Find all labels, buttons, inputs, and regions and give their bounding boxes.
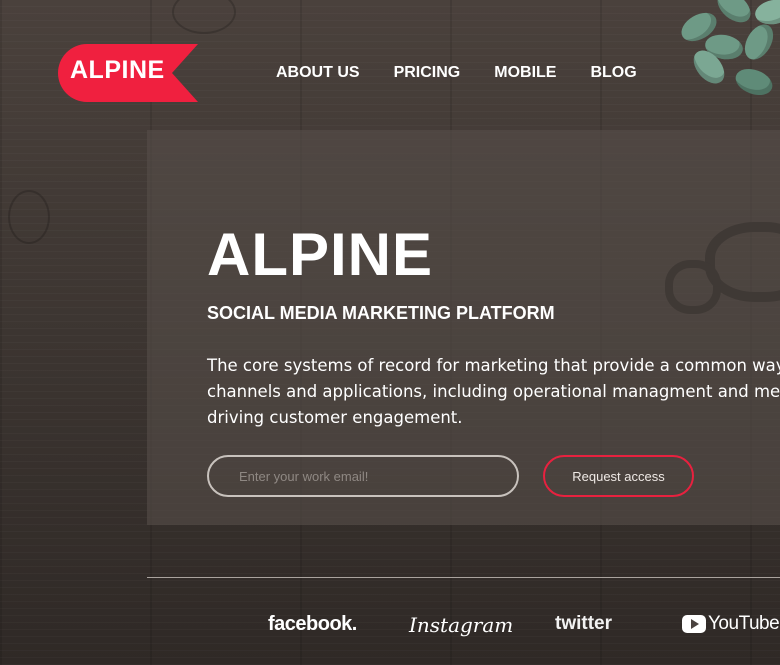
facebook-logo: facebook. xyxy=(268,613,357,635)
main-nav: ABOUT US PRICING MOBILE BLOG xyxy=(276,64,671,82)
request-access-button[interactable]: Request access xyxy=(543,455,694,497)
brand-logo[interactable]: ALPINE xyxy=(58,44,198,102)
email-field-wrapper xyxy=(207,455,519,497)
youtube-play-icon xyxy=(682,615,706,633)
youtube-logo: YouTube xyxy=(682,613,780,635)
logo-text: ALPINE xyxy=(70,56,165,84)
hero-description-line: driving customer engagement. xyxy=(207,408,463,427)
twitter-logo: twitter xyxy=(555,613,612,634)
nav-pricing[interactable]: PRICING xyxy=(394,64,461,82)
hero-subtitle: SOCIAL MEDIA MARKETING PLATFORM xyxy=(207,303,555,323)
nav-blog[interactable]: BLOG xyxy=(590,64,636,82)
divider xyxy=(147,577,780,578)
instagram-logo: Instagram xyxy=(409,613,514,637)
hero-title: ALPINE xyxy=(207,221,434,288)
youtube-label: YouTube xyxy=(708,613,780,634)
plant-decoration xyxy=(660,0,780,125)
nav-mobile[interactable]: MOBILE xyxy=(494,64,556,82)
wood-knot xyxy=(8,190,50,244)
nav-about-us[interactable]: ABOUT US xyxy=(276,64,360,82)
hero-description-line: channels and applications, including ope… xyxy=(207,382,780,401)
email-input[interactable] xyxy=(209,457,517,495)
hero-description-line: The core systems of record for marketing… xyxy=(207,356,780,375)
hero-description: The core systems of record for marketing… xyxy=(207,353,780,431)
